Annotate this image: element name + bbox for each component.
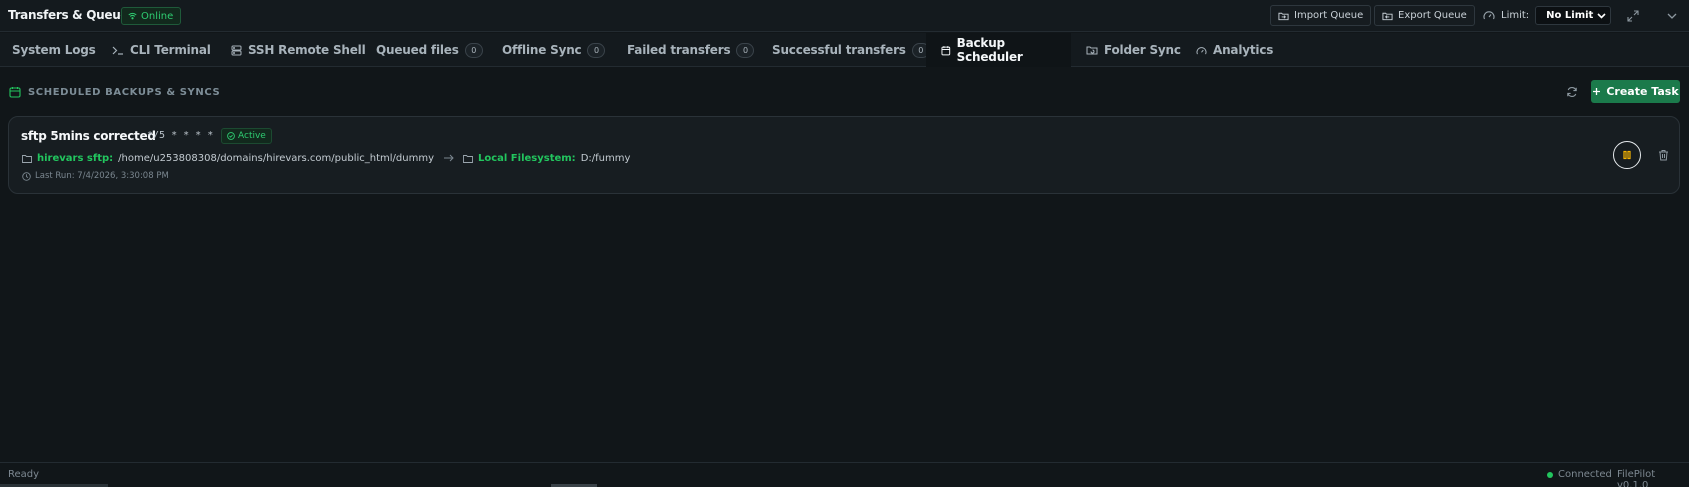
speed-limit-control: Limit: No Limit — [1483, 5, 1612, 26]
tab-failed-transfers[interactable]: Failed transfers 0 — [627, 33, 755, 67]
tab-label: CLI Terminal — [130, 43, 211, 57]
import-queue-button[interactable]: Import Queue — [1270, 5, 1372, 26]
folder-icon — [22, 154, 32, 163]
dest-path: D:/fummy — [580, 152, 631, 164]
tab-successful-transfers[interactable]: Successful transfers 0 — [772, 33, 930, 67]
limit-label: Limit: — [1501, 10, 1530, 21]
section-header: SCHEDULED BACKUPS & SYNCS — [9, 84, 220, 100]
export-icon — [1382, 12, 1393, 20]
folder-icon — [463, 154, 473, 163]
refresh-button[interactable] — [1562, 82, 1582, 102]
connection-label: Connected — [1558, 469, 1612, 480]
trash-icon — [1658, 150, 1668, 161]
task-name: sftp 5mins corrected — [21, 129, 156, 143]
tab-folder-sync[interactable]: Folder Sync — [1086, 33, 1181, 67]
refresh-icon — [1567, 87, 1577, 97]
tab-label: System Logs — [12, 43, 96, 57]
status-dot-icon — [1547, 471, 1553, 478]
online-status-label: Online — [141, 10, 174, 22]
wifi-icon — [128, 12, 137, 20]
task-card: sftp 5mins corrected */5 * * * * Active … — [8, 116, 1680, 194]
tab-system-logs[interactable]: System Logs — [12, 33, 96, 67]
pause-task-button[interactable] — [1613, 141, 1641, 169]
import-queue-label: Import Queue — [1294, 10, 1364, 21]
chevron-down-icon — [1597, 12, 1606, 19]
clock-icon — [22, 171, 31, 181]
source-path: /home/u253808308/domains/hirevars.com/pu… — [118, 152, 434, 164]
plus-icon — [1593, 88, 1601, 95]
tab-label: Analytics — [1213, 43, 1274, 57]
tab-label: Failed transfers — [627, 43, 731, 57]
tab-offline-sync[interactable]: Offline Sync 0 — [502, 33, 606, 67]
folder-sync-icon — [1086, 46, 1098, 55]
expand-icon[interactable] — [1625, 8, 1641, 24]
tab-label: SSH Remote Shell — [248, 43, 366, 57]
top-bar: Transfers & Queue Online Import Queue Ex… — [0, 0, 1689, 32]
create-task-button[interactable]: Create Task — [1591, 80, 1680, 103]
connection-status: Connected — [1547, 469, 1612, 480]
gauge-icon — [1483, 11, 1495, 20]
dest-label: Local Filesystem: — [477, 152, 576, 164]
task-cron: */5 * * * * — [147, 130, 214, 141]
calendar-icon — [9, 87, 21, 98]
panel-title: Transfers & Queue — [8, 8, 129, 22]
tab-count-badge: 0 — [587, 42, 606, 58]
gauge-icon — [1196, 46, 1207, 54]
tab-ssh-remote-shell[interactable]: SSH Remote Shell — [231, 33, 366, 67]
calendar-icon — [941, 45, 951, 55]
last-run-text: Last Run: 7/4/2026, 3:30:08 PM — [35, 171, 169, 181]
tab-label: Backup Scheduler — [956, 36, 1023, 64]
tab-label: Queued files — [376, 43, 459, 57]
tab-count-badge: 0 — [736, 42, 755, 58]
limit-select-value: No Limit — [1546, 10, 1594, 21]
import-icon — [1278, 12, 1289, 20]
task-status-badge: Active — [221, 128, 272, 144]
tab-cli-terminal[interactable]: CLI Terminal — [112, 33, 211, 67]
pause-icon — [1623, 150, 1631, 160]
tab-label: Folder Sync — [1104, 43, 1181, 57]
limit-select[interactable]: No Limit — [1535, 6, 1612, 25]
server-icon — [231, 45, 242, 55]
tab-label: Offline Sync — [502, 43, 582, 57]
delete-task-button[interactable] — [1654, 146, 1672, 164]
export-queue-label: Export Queue — [1398, 10, 1467, 21]
tab-backup-scheduler[interactable]: Backup Scheduler — [926, 33, 1071, 67]
online-status-badge: Online — [121, 7, 182, 25]
task-status-label: Active — [238, 131, 266, 141]
status-bar: Ready Connected FilePilot v0.1.0 — [0, 462, 1689, 487]
arrow-right-icon — [443, 154, 454, 162]
tab-label: Successful transfers — [772, 43, 906, 57]
tab-analytics[interactable]: Analytics — [1196, 33, 1273, 67]
task-route: hirevars sftp: /home/u253808308/domains/… — [22, 151, 630, 165]
terminal-icon — [112, 46, 123, 55]
source-label: hirevars sftp: — [37, 152, 114, 164]
tab-count-badge: 0 — [464, 42, 483, 58]
check-circle-icon — [227, 132, 235, 140]
tab-queued-files[interactable]: Queued files 0 — [376, 33, 483, 67]
section-title: SCHEDULED BACKUPS & SYNCS — [28, 86, 221, 98]
create-task-label: Create Task — [1606, 85, 1679, 98]
status-ready: Ready — [8, 469, 40, 480]
export-queue-button[interactable]: Export Queue — [1374, 5, 1475, 26]
app-version: FilePilot v0.1.0 — [1617, 469, 1656, 487]
tab-bar: System Logs CLI Terminal SSH Remote Shel… — [0, 33, 1689, 67]
last-run: Last Run: 7/4/2026, 3:30:08 PM — [22, 170, 169, 182]
collapse-chevron-icon[interactable] — [1664, 8, 1680, 24]
